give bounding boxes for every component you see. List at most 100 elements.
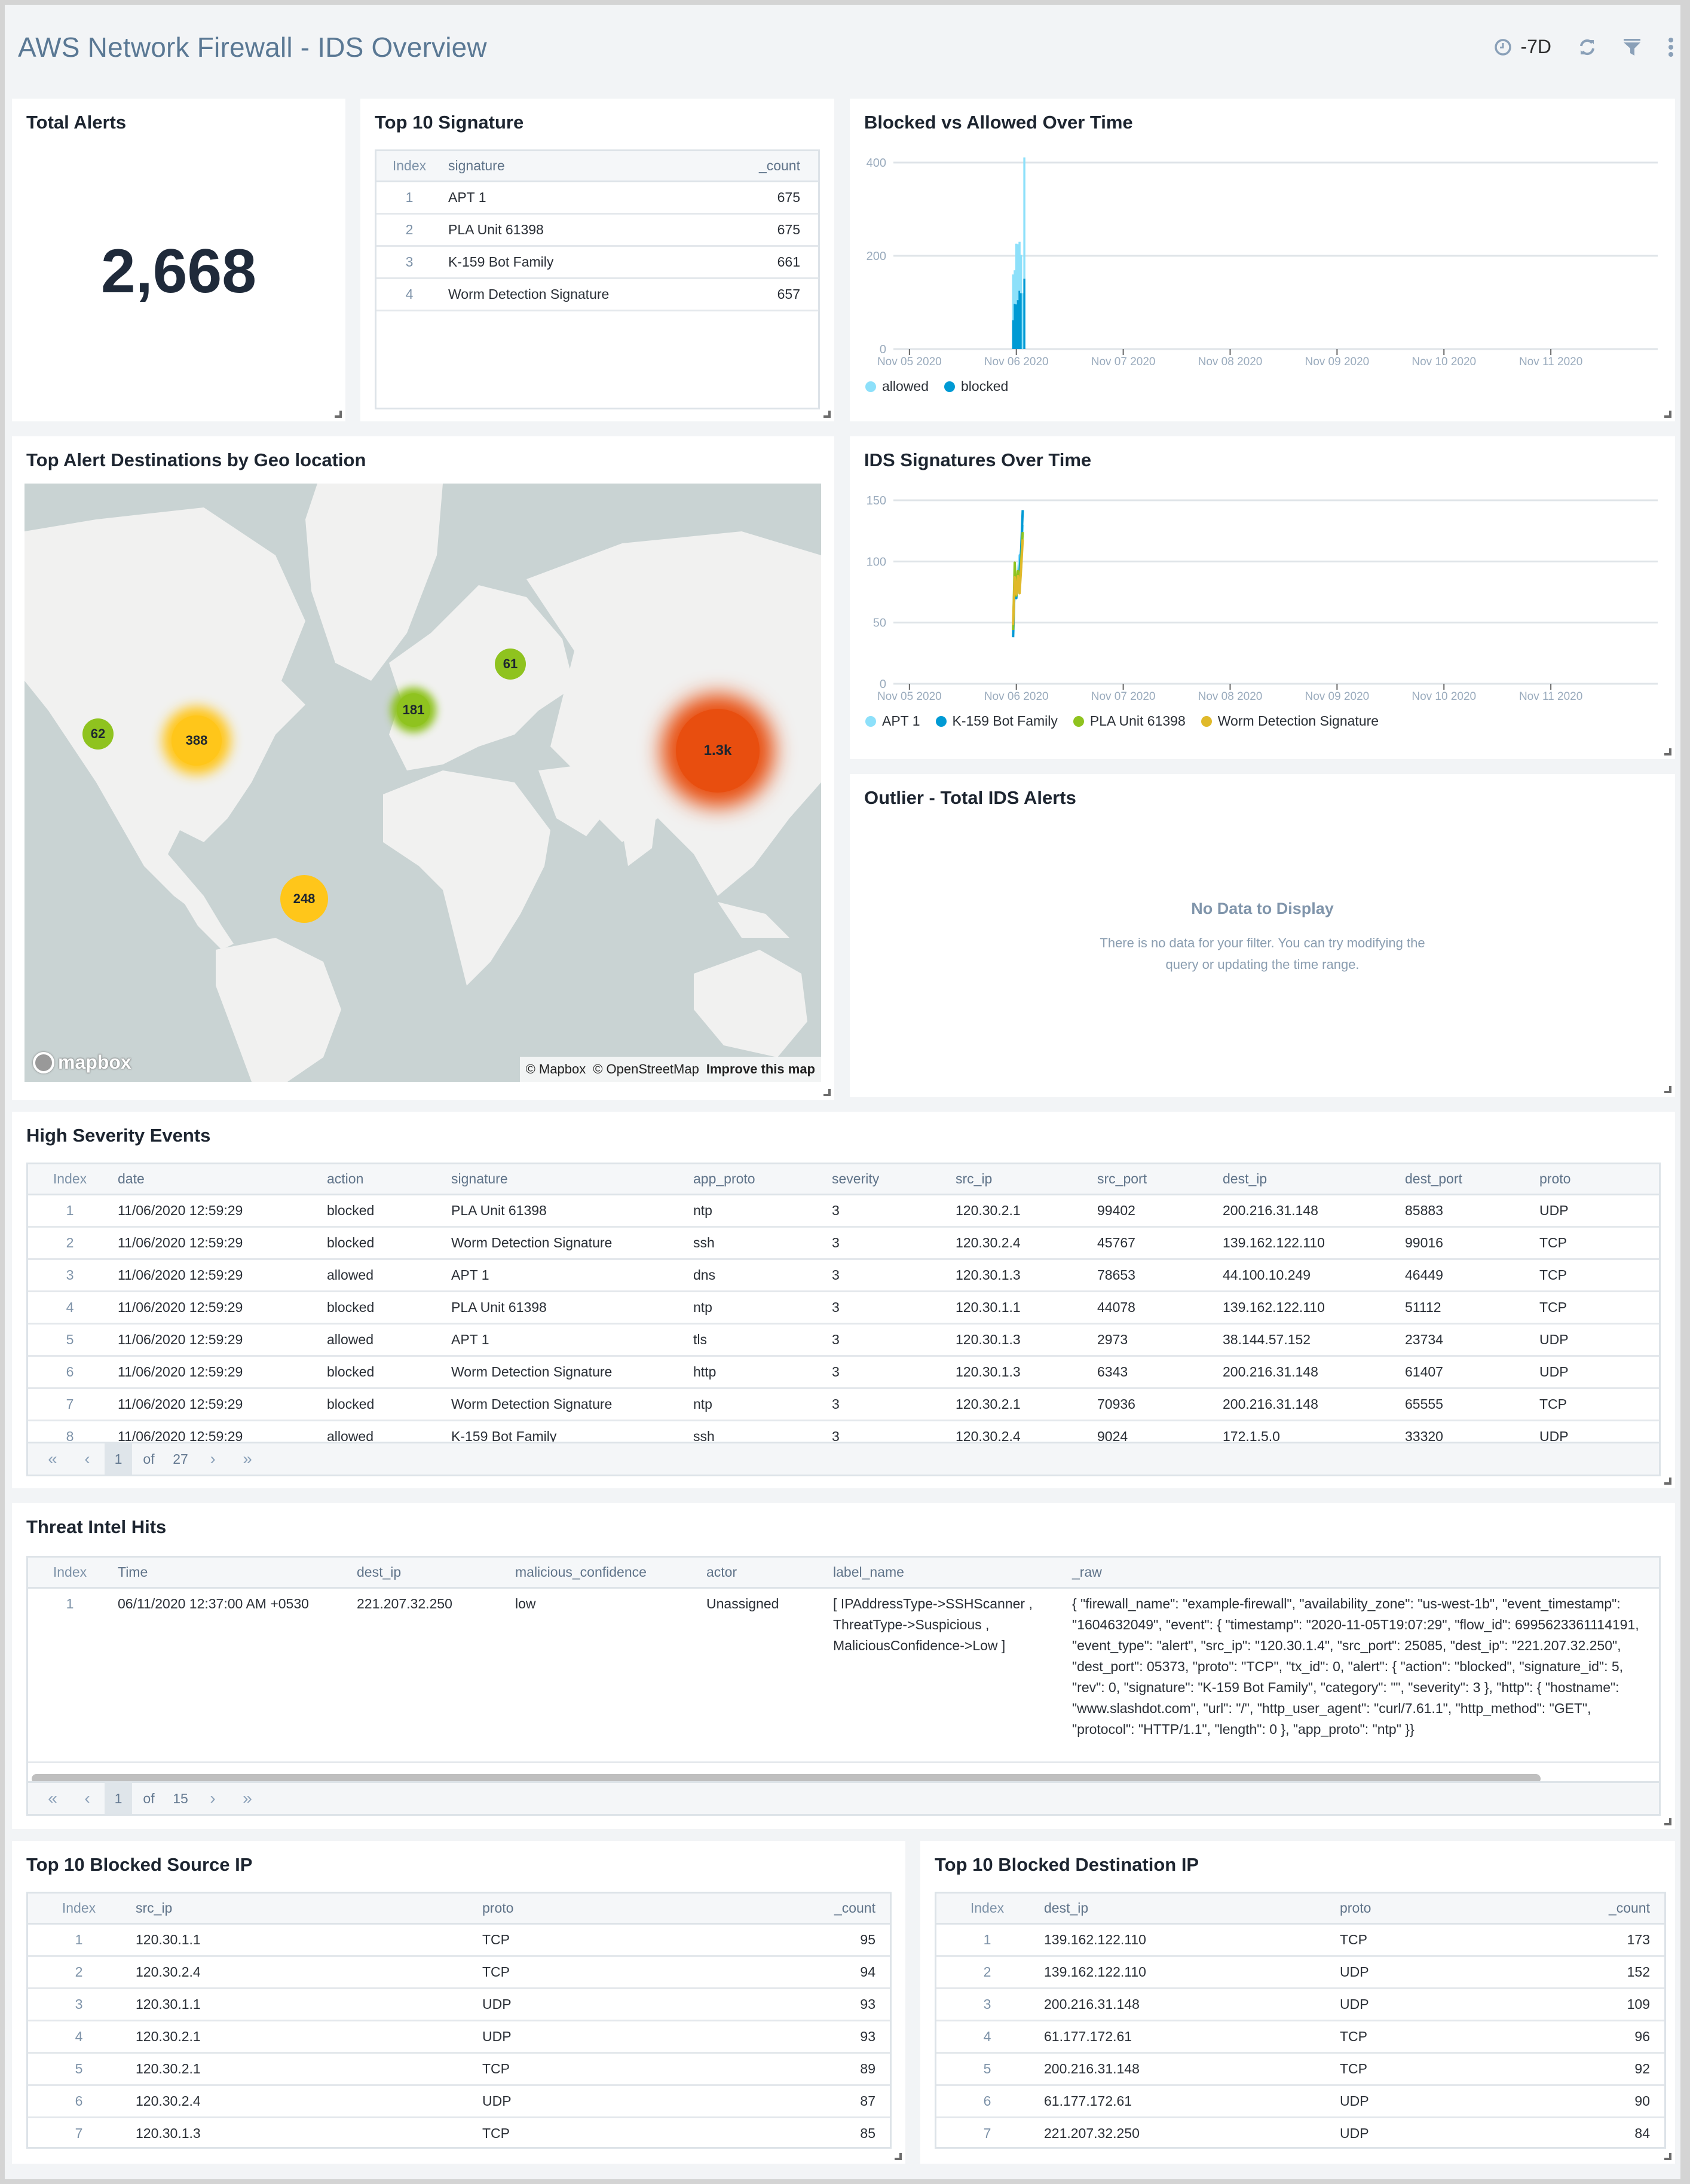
table-row[interactable]: 1 139.162.122.110 TCP 173 (936, 1923, 1664, 1957)
column-header[interactable]: Index (28, 1164, 112, 1195)
table-row[interactable]: 3 11/06/2020 12:59:29 allowed APT 1 dns 3 120.… (28, 1259, 1659, 1292)
attribution-mapbox[interactable]: © Mapbox (526, 1062, 586, 1077)
table-row[interactable]: 3 200.216.31.148 UDP 109 (936, 1988, 1664, 2021)
table-row[interactable]: 2 11/06/2020 12:59:29 blocked Worm Detectio… (28, 1226, 1659, 1260)
column-header[interactable]: _count (775, 1894, 890, 1925)
dest-port-cell: 85883 (1399, 1194, 1533, 1228)
table-row[interactable]: 4 Worm Detection Signature 657 (376, 278, 818, 311)
map-cluster-marker[interactable]: 181 (397, 693, 430, 727)
attribution-osm[interactable]: © OpenStreetMap (593, 1062, 699, 1077)
legend-item[interactable]: APT 1 (865, 713, 920, 729)
legend-item[interactable]: K-159 Bot Family (935, 713, 1058, 729)
column-header[interactable]: dest_ip (1038, 1894, 1334, 1925)
column-header[interactable]: Index (28, 1558, 112, 1589)
filter-icon[interactable] (1623, 38, 1641, 57)
table-row[interactable]: 1 11/06/2020 12:59:29 blocked PLA Unit 6139… (28, 1194, 1659, 1228)
table-row[interactable]: 5 120.30.2.1 TCP 89 (28, 2053, 890, 2086)
legend-swatch-icon (865, 381, 876, 392)
current-page-input[interactable]: 1 (105, 1442, 132, 1475)
time-range-button[interactable]: -7D (1494, 36, 1551, 58)
column-header[interactable]: label_name (827, 1558, 1066, 1589)
column-header[interactable]: signature (442, 151, 715, 182)
column-header[interactable]: src_ip (950, 1164, 1091, 1195)
table-row[interactable]: 5 11/06/2020 12:59:29 allowed APT 1 tls 3 120.… (28, 1323, 1659, 1357)
table-row[interactable]: 6 120.30.2.4 UDP 87 (28, 2085, 890, 2118)
dest-ip-cell: 139.162.122.110 (1217, 1226, 1399, 1260)
column-header[interactable]: action (321, 1164, 445, 1195)
resize-handle[interactable] (335, 411, 342, 418)
resize-handle[interactable] (823, 1089, 831, 1096)
next-page-button[interactable]: › (195, 1443, 230, 1475)
column-header[interactable]: malicious_confidence (509, 1558, 700, 1589)
table-row[interactable]: 7 120.30.1.3 TCP 85 (28, 2117, 890, 2147)
column-header[interactable]: dest_ip (351, 1558, 509, 1589)
table-row[interactable]: 6 61.177.172.61 UDP 90 (936, 2085, 1664, 2118)
column-header[interactable]: Time (112, 1558, 351, 1589)
column-header[interactable]: _raw (1066, 1558, 1659, 1589)
map-cluster-marker[interactable]: 62 (82, 718, 114, 750)
prev-page-button[interactable]: ‹ (70, 1443, 105, 1475)
resize-handle[interactable] (1664, 748, 1671, 755)
last-page-button[interactable]: » (230, 1443, 265, 1475)
table-row[interactable]: 1 APT 1 675 (376, 181, 818, 215)
table-row[interactable]: 7 11/06/2020 12:59:29 blocked Worm Detectio… (28, 1388, 1659, 1421)
table-row[interactable]: 4 11/06/2020 12:59:29 blocked PLA Unit 6139… (28, 1291, 1659, 1325)
table-row[interactable]: 2 PLA Unit 61398 675 (376, 213, 818, 247)
current-page-input[interactable]: 1 (105, 1782, 132, 1814)
legend-item[interactable]: allowed (865, 378, 929, 394)
column-header[interactable]: app_proto (687, 1164, 826, 1195)
table-row[interactable]: 4 120.30.2.1 UDP 93 (28, 2020, 890, 2054)
last-page-button[interactable]: » (230, 1782, 265, 1815)
next-page-button[interactable]: › (195, 1782, 230, 1815)
table-row[interactable]: 7 221.207.32.250 UDP 84 (936, 2117, 1664, 2147)
column-header[interactable]: severity (826, 1164, 950, 1195)
resize-handle[interactable] (1664, 411, 1671, 418)
legend-item[interactable]: Worm Detection Signature (1201, 713, 1379, 729)
table-row[interactable]: 3 K-159 Bot Family 661 (376, 246, 818, 279)
column-header[interactable]: src_port (1091, 1164, 1217, 1195)
column-header[interactable]: proto (476, 1894, 775, 1925)
column-header[interactable]: Index (936, 1894, 1038, 1925)
resize-handle[interactable] (895, 2153, 902, 2160)
table-row[interactable]: 2 139.162.122.110 UDP 152 (936, 1956, 1664, 1989)
column-header[interactable]: _count (1561, 1894, 1664, 1925)
column-header[interactable]: _count (715, 151, 818, 182)
table-row[interactable]: 4 61.177.172.61 TCP 96 (936, 2020, 1664, 2054)
table-row[interactable]: 1 120.30.1.1 TCP 95 (28, 1923, 890, 1957)
column-header[interactable]: signature (445, 1164, 687, 1195)
first-page-button[interactable]: « (35, 1443, 70, 1475)
world-map[interactable]: 62 388 181 61 1.3k 248 mapbox © Mapbox © Open… (25, 484, 821, 1082)
map-cluster-marker[interactable]: 248 (280, 875, 328, 923)
first-page-button[interactable]: « (35, 1782, 70, 1815)
mapbox-logo[interactable]: mapbox (33, 1051, 131, 1073)
table-row[interactable]: 2 120.30.2.4 TCP 94 (28, 1956, 890, 1989)
table-row[interactable]: 5 200.216.31.148 TCP 92 (936, 2053, 1664, 2086)
resize-handle[interactable] (1664, 1818, 1671, 1825)
refresh-icon[interactable] (1578, 38, 1597, 57)
column-header[interactable]: actor (700, 1558, 827, 1589)
map-cluster-marker[interactable]: 61 (495, 649, 526, 680)
more-vertical-icon[interactable] (1667, 37, 1674, 57)
table-row[interactable]: 6 11/06/2020 12:59:29 blocked Worm Detectio… (28, 1356, 1659, 1389)
improve-map-link[interactable]: Improve this map (706, 1062, 815, 1077)
resize-handle[interactable] (1664, 2153, 1671, 2160)
legend-item[interactable]: blocked (944, 378, 1008, 394)
column-header[interactable]: dest_ip (1217, 1164, 1399, 1195)
table-row[interactable]: 1 06/11/2020 12:37:00 AM +0530 221.207.32.… (28, 1587, 1659, 1763)
resize-handle[interactable] (1664, 1086, 1671, 1093)
prev-page-button[interactable]: ‹ (70, 1782, 105, 1815)
column-header[interactable]: Index (28, 1894, 130, 1925)
table-row[interactable]: 3 120.30.1.1 UDP 93 (28, 1988, 890, 2021)
proto-cell: UDP (1334, 1988, 1561, 2021)
map-cluster-marker[interactable]: 1.3k (676, 709, 760, 793)
legend-item[interactable]: PLA Unit 61398 (1073, 713, 1186, 729)
resize-handle[interactable] (1664, 1478, 1671, 1485)
map-cluster-marker[interactable]: 388 (172, 715, 222, 766)
column-header[interactable]: Index (376, 151, 442, 182)
column-header[interactable]: proto (1334, 1894, 1561, 1925)
column-header[interactable]: src_ip (130, 1894, 476, 1925)
column-header[interactable]: date (112, 1164, 321, 1195)
resize-handle[interactable] (823, 411, 831, 418)
column-header[interactable]: dest_port (1399, 1164, 1533, 1195)
column-header[interactable]: proto (1533, 1164, 1659, 1195)
